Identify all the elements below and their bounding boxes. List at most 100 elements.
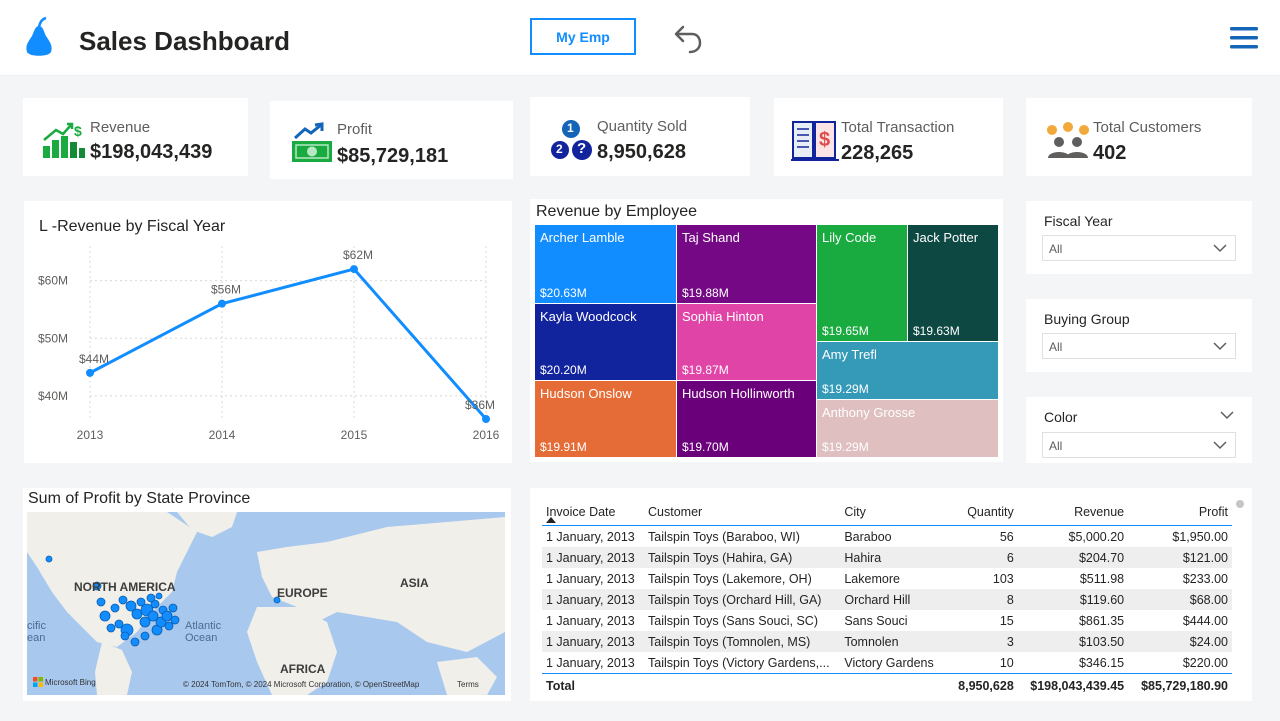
total-cell: $85,729,180.90 bbox=[1128, 673, 1232, 698]
treemap-tile-value: $19.70M bbox=[682, 440, 729, 454]
table-cell: 1 January, 2013 bbox=[546, 571, 635, 586]
treemap-tile[interactable]: Hudson Onslow $19.91M bbox=[535, 381, 676, 457]
map-label-europe: EUROPE bbox=[277, 586, 328, 600]
scroll-indicator[interactable] bbox=[1236, 500, 1244, 508]
treemap-tile[interactable]: Amy Trefl $19.29M bbox=[817, 342, 998, 399]
table-row[interactable]: 1 January, 2013 Tailspin Toys (Hahira, GA… bbox=[542, 547, 1232, 568]
data-label: $56M bbox=[211, 283, 241, 297]
table-cell: Tailspin Toys (Victory Gardens,... bbox=[648, 655, 830, 670]
column-header[interactable]: Revenue bbox=[1017, 498, 1129, 526]
slicer-value: All bbox=[1049, 340, 1063, 354]
chevron-down-icon bbox=[1213, 441, 1227, 450]
map-bubble[interactable] bbox=[168, 603, 178, 613]
kpi-value: 228,265 bbox=[841, 142, 914, 164]
map-bubble[interactable] bbox=[110, 603, 120, 613]
total-cell bbox=[840, 673, 948, 698]
revenue-line bbox=[89, 267, 488, 420]
slicer-color: Color All bbox=[1026, 397, 1252, 463]
map-bubble[interactable] bbox=[99, 610, 111, 622]
column-header[interactable]: Customer bbox=[644, 498, 841, 526]
collapse-chevron-icon[interactable] bbox=[1220, 409, 1234, 421]
sort-ascending-icon[interactable] bbox=[546, 516, 556, 523]
customers-group-icon bbox=[1047, 122, 1089, 158]
map-bubble[interactable] bbox=[45, 555, 53, 563]
map-bubble[interactable] bbox=[164, 621, 174, 631]
table-row[interactable]: 1 January, 2013 Tailspin Toys (Orchard Hi… bbox=[542, 589, 1232, 610]
map-bubble[interactable] bbox=[161, 610, 173, 622]
column-header[interactable]: City bbox=[840, 498, 948, 526]
map-bubble[interactable] bbox=[118, 595, 128, 605]
profit-map[interactable]: NORTH AMERICA EUROPE ASIA AFRICA Atlanti… bbox=[27, 512, 505, 695]
quantity-badge-question: ? bbox=[577, 140, 587, 157]
treemap-tile[interactable]: Anthony Grosse $19.29M bbox=[817, 400, 998, 457]
kpi-value: 8,950,628 bbox=[597, 141, 686, 163]
hamburger-menu-icon[interactable] bbox=[1228, 25, 1260, 51]
treemap-tile[interactable]: Hudson Hollinworth $19.70M bbox=[677, 381, 816, 457]
table-cell: 10 bbox=[999, 655, 1014, 670]
table-cell: $68.00 bbox=[1128, 589, 1232, 610]
map-terms-link[interactable]: Terms bbox=[457, 680, 479, 689]
table-cell: 103 bbox=[992, 571, 1014, 586]
table-row[interactable]: 1 January, 2013 Tailspin Toys (Sans Souci… bbox=[542, 610, 1232, 631]
undo-icon[interactable] bbox=[668, 22, 704, 56]
y-tick-label: $60M bbox=[38, 274, 68, 288]
bing-logo: Microsoft Bing bbox=[33, 677, 96, 687]
map-bubble[interactable] bbox=[130, 637, 140, 647]
transaction-ledger-icon: $ bbox=[791, 121, 839, 161]
buying-group-dropdown[interactable]: All bbox=[1042, 333, 1236, 359]
table-cell: Tailspin Toys (Baraboo, WI) bbox=[648, 529, 800, 544]
column-header[interactable]: Invoice Date bbox=[542, 498, 645, 526]
top-bar: Sales Dashboard My Emp bbox=[0, 0, 1280, 76]
table-cell: Victory Gardens bbox=[844, 655, 934, 670]
map-bubble[interactable] bbox=[140, 631, 150, 641]
total-cell: Total bbox=[542, 673, 645, 698]
map-label-asia: ASIA bbox=[400, 576, 429, 590]
x-tick-label: 2013 bbox=[77, 428, 104, 442]
treemap-tile[interactable]: Taj Shand $19.88M bbox=[677, 225, 816, 303]
quantity-badge-2: 2 bbox=[556, 142, 563, 156]
column-header[interactable]: Profit bbox=[1128, 498, 1232, 526]
table-cell: $103.50 bbox=[1017, 631, 1129, 652]
table-row[interactable]: 1 January, 2013 Tailspin Toys (Victory Ga… bbox=[542, 652, 1232, 674]
table-row[interactable]: 1 January, 2013 Tailspin Toys (Baraboo, W… bbox=[542, 526, 1232, 548]
map-bubble[interactable] bbox=[96, 597, 106, 607]
table-cell: $121.00 bbox=[1128, 547, 1232, 568]
table-row[interactable]: 1 January, 2013 Tailspin Toys (Tomnolen, … bbox=[542, 631, 1232, 652]
treemap-tile[interactable]: Lily Code $19.65M bbox=[817, 225, 907, 341]
map-bubble[interactable] bbox=[146, 593, 156, 603]
treemap: Archer Lamble $20.63M Taj Shand $19.88M Lily… bbox=[535, 225, 998, 457]
chevron-down-icon bbox=[1213, 244, 1227, 253]
treemap-tile[interactable]: Sophia Hinton $19.87M bbox=[677, 304, 816, 380]
my-emp-button[interactable]: My Emp bbox=[530, 18, 636, 55]
data-point[interactable] bbox=[218, 299, 226, 308]
kpi-label: Total Transaction bbox=[841, 119, 955, 136]
data-point[interactable] bbox=[482, 415, 490, 423]
treemap-tile[interactable]: Archer Lamble $20.63M bbox=[535, 225, 676, 303]
treemap-tile-name: Jack Potter bbox=[913, 230, 979, 245]
table-row[interactable]: 1 January, 2013 Tailspin Toys (Lakemore, … bbox=[542, 568, 1232, 589]
treemap-tile-value: $19.65M bbox=[822, 324, 869, 338]
map-bubble[interactable] bbox=[120, 631, 130, 641]
treemap-tile-value: $20.63M bbox=[540, 286, 587, 300]
data-label: $62M bbox=[343, 248, 373, 262]
treemap-tile[interactable]: Jack Potter $19.63M bbox=[908, 225, 998, 341]
kpi-value: $85,729,181 bbox=[337, 145, 449, 167]
map-bubble[interactable] bbox=[131, 608, 143, 620]
map-bubble[interactable] bbox=[170, 615, 180, 625]
table-cell: 1 January, 2013 bbox=[542, 631, 645, 652]
treemap-tile[interactable]: Kayla Woodcock $20.20M bbox=[535, 304, 676, 380]
data-point[interactable] bbox=[350, 265, 358, 274]
column-header[interactable]: Quantity bbox=[947, 498, 1018, 526]
profit-money-icon bbox=[292, 122, 332, 162]
table-cell: 1 January, 2013 bbox=[546, 529, 635, 544]
fiscal-year-dropdown[interactable]: All bbox=[1042, 235, 1236, 261]
color-dropdown[interactable]: All bbox=[1042, 432, 1236, 458]
table-cell: 1 January, 2013 bbox=[542, 589, 645, 610]
slicer-buying-group: Buying Group All bbox=[1026, 299, 1252, 372]
total-cell: 8,950,628 bbox=[947, 673, 1018, 698]
data-point[interactable] bbox=[86, 368, 94, 377]
table-cell: 56 bbox=[999, 529, 1014, 544]
table-cell: $220.00 bbox=[1182, 655, 1228, 670]
table-cell: Tailspin Toys (Tomnolen, MS) bbox=[644, 631, 841, 652]
map-bubble[interactable] bbox=[106, 623, 116, 633]
